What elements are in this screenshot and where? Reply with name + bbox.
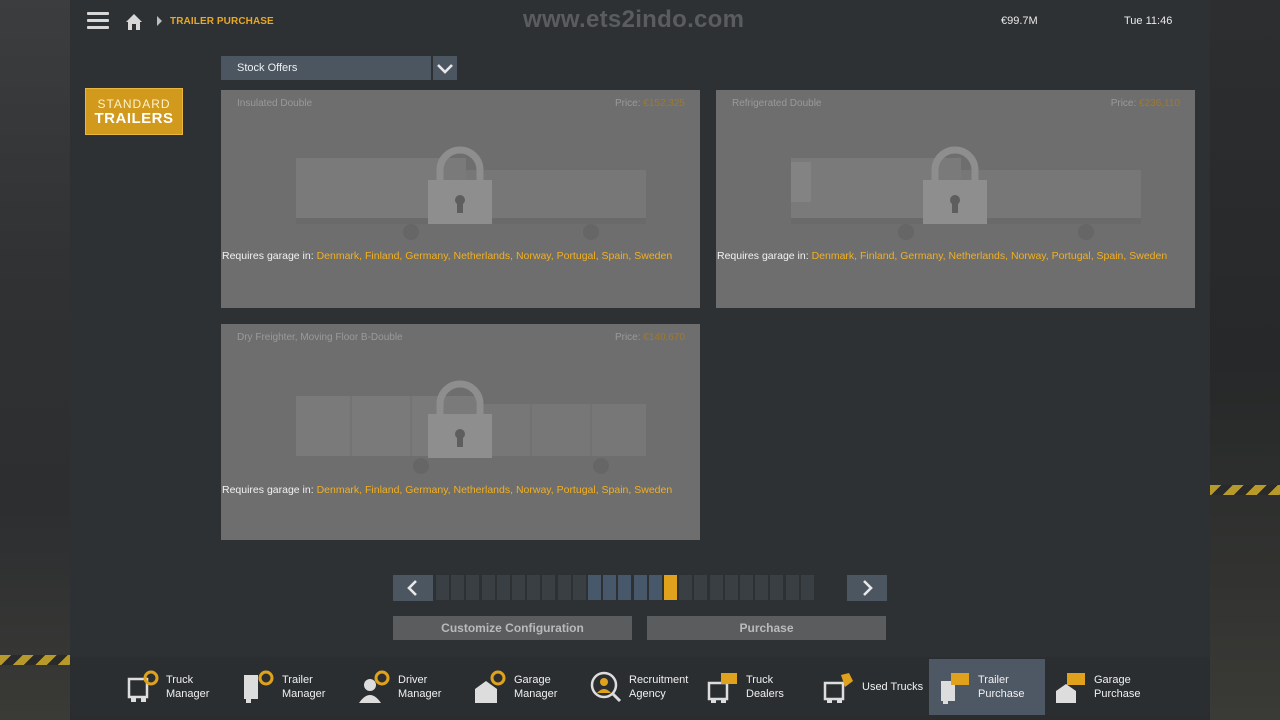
badge-line2: TRAILERS (94, 110, 174, 127)
page-dot[interactable] (436, 575, 449, 600)
background-right (1210, 0, 1280, 720)
nav-truck-dealers[interactable]: Truck Dealers (697, 659, 807, 715)
garage-requirement: Requires garage in: Denmark, Finland, Ge… (222, 484, 673, 496)
nav-garage-purchase[interactable]: Garage Purchase (1045, 659, 1161, 715)
lock-icon (428, 146, 492, 224)
trailer-card-icon (941, 673, 969, 704)
page-dot[interactable] (527, 575, 540, 600)
garage-gear-icon (475, 670, 506, 703)
driver-gear-icon (359, 670, 390, 703)
page-dot[interactable] (588, 575, 601, 600)
page-dot[interactable] (786, 575, 799, 600)
garage-requirement: Requires garage in: Denmark, Finland, Ge… (222, 250, 673, 262)
offer-price: Price: €140,670 (614, 332, 685, 343)
truck-card-icon (707, 673, 737, 703)
offer-name: Dry Freighter, Moving Floor B-Double (237, 332, 403, 343)
used-truck-tag-icon (823, 673, 853, 703)
nav-used-trucks[interactable]: Used Trucks (813, 659, 929, 715)
garage-card-icon (1056, 673, 1085, 703)
menu-icon[interactable] (87, 12, 109, 30)
page-dot[interactable] (482, 575, 495, 600)
trailer-gear-icon (244, 670, 274, 703)
page-dot[interactable] (558, 575, 571, 600)
recruitment-icon (590, 671, 622, 703)
page-dot[interactable] (649, 575, 662, 600)
hazard-stripe (0, 655, 70, 665)
offer-card[interactable]: Refrigerated Double Price: €236,110 Requ… (716, 90, 1195, 308)
page-dot[interactable] (725, 575, 738, 600)
nav-trailer-manager[interactable]: Trailer Manager (232, 659, 342, 715)
offer-price: Price: €236,110 (1110, 98, 1180, 109)
chevron-down-icon[interactable] (433, 56, 457, 80)
page-dot[interactable] (679, 575, 692, 600)
lock-icon (923, 146, 987, 224)
page-dot[interactable] (497, 575, 510, 600)
page-dot[interactable] (512, 575, 525, 600)
page-dot[interactable] (755, 575, 768, 600)
offer-filter-label: Stock Offers (237, 62, 298, 74)
offer-name: Insulated Double (237, 98, 313, 109)
page-dot[interactable] (801, 575, 814, 600)
clock-display: Tue 11:46 (1124, 15, 1173, 27)
page-dot[interactable] (573, 575, 586, 600)
next-page-button[interactable] (847, 575, 887, 601)
page-dot[interactable] (618, 575, 631, 600)
offer-price: Price: €152,325 (614, 98, 685, 109)
breadcrumb-arrow-icon (157, 16, 162, 26)
offer-card[interactable]: Insulated Double Price: €152,325 Require… (221, 90, 700, 308)
nav-recruitment-agency[interactable]: Recruitment Agency (580, 659, 698, 715)
purchase-button[interactable]: Purchase (647, 616, 886, 640)
offer-name: Refrigerated Double (732, 98, 822, 109)
standard-trailers-badge: STANDARD TRAILERS (85, 88, 183, 135)
top-bar: TRAILER PURCHASE www.ets2indo.com €99.7M… (70, 0, 1210, 44)
page-dot[interactable] (603, 575, 616, 600)
page-dot[interactable] (634, 575, 647, 600)
nav-driver-manager[interactable]: Driver Manager (348, 659, 458, 715)
garage-requirement: Requires garage in: Denmark, Finland, Ge… (717, 250, 1168, 262)
page-dot[interactable] (542, 575, 555, 600)
page-dot[interactable] (664, 575, 677, 600)
breadcrumb[interactable]: TRAILER PURCHASE (170, 16, 274, 27)
page-dot[interactable] (740, 575, 753, 600)
offer-filter-select[interactable]: Stock Offers (221, 56, 431, 80)
badge-line1: STANDARD (97, 97, 171, 111)
home-icon[interactable] (124, 12, 144, 32)
background-left (0, 0, 70, 720)
nav-truck-manager[interactable]: Truck Manager (117, 659, 227, 715)
watermark: www.ets2indo.com (523, 6, 745, 33)
page-dot[interactable] (451, 575, 464, 600)
truck-gear-icon (127, 670, 159, 702)
page-dot[interactable] (710, 575, 723, 600)
page-dot[interactable] (694, 575, 707, 600)
prev-page-button[interactable] (393, 575, 433, 601)
page-dot[interactable] (466, 575, 479, 600)
page-dot[interactable] (770, 575, 783, 600)
offer-card[interactable]: Dry Freighter, Moving Floor B-Double Pri… (221, 324, 700, 540)
lock-icon (428, 380, 492, 458)
hazard-stripe (1210, 485, 1280, 495)
money-display: €99.7M (1001, 15, 1038, 27)
customize-configuration-button[interactable]: Customize Configuration (393, 616, 632, 640)
nav-garage-manager[interactable]: Garage Manager (464, 659, 574, 715)
nav-trailer-purchase[interactable]: Trailer Purchase (929, 659, 1045, 715)
